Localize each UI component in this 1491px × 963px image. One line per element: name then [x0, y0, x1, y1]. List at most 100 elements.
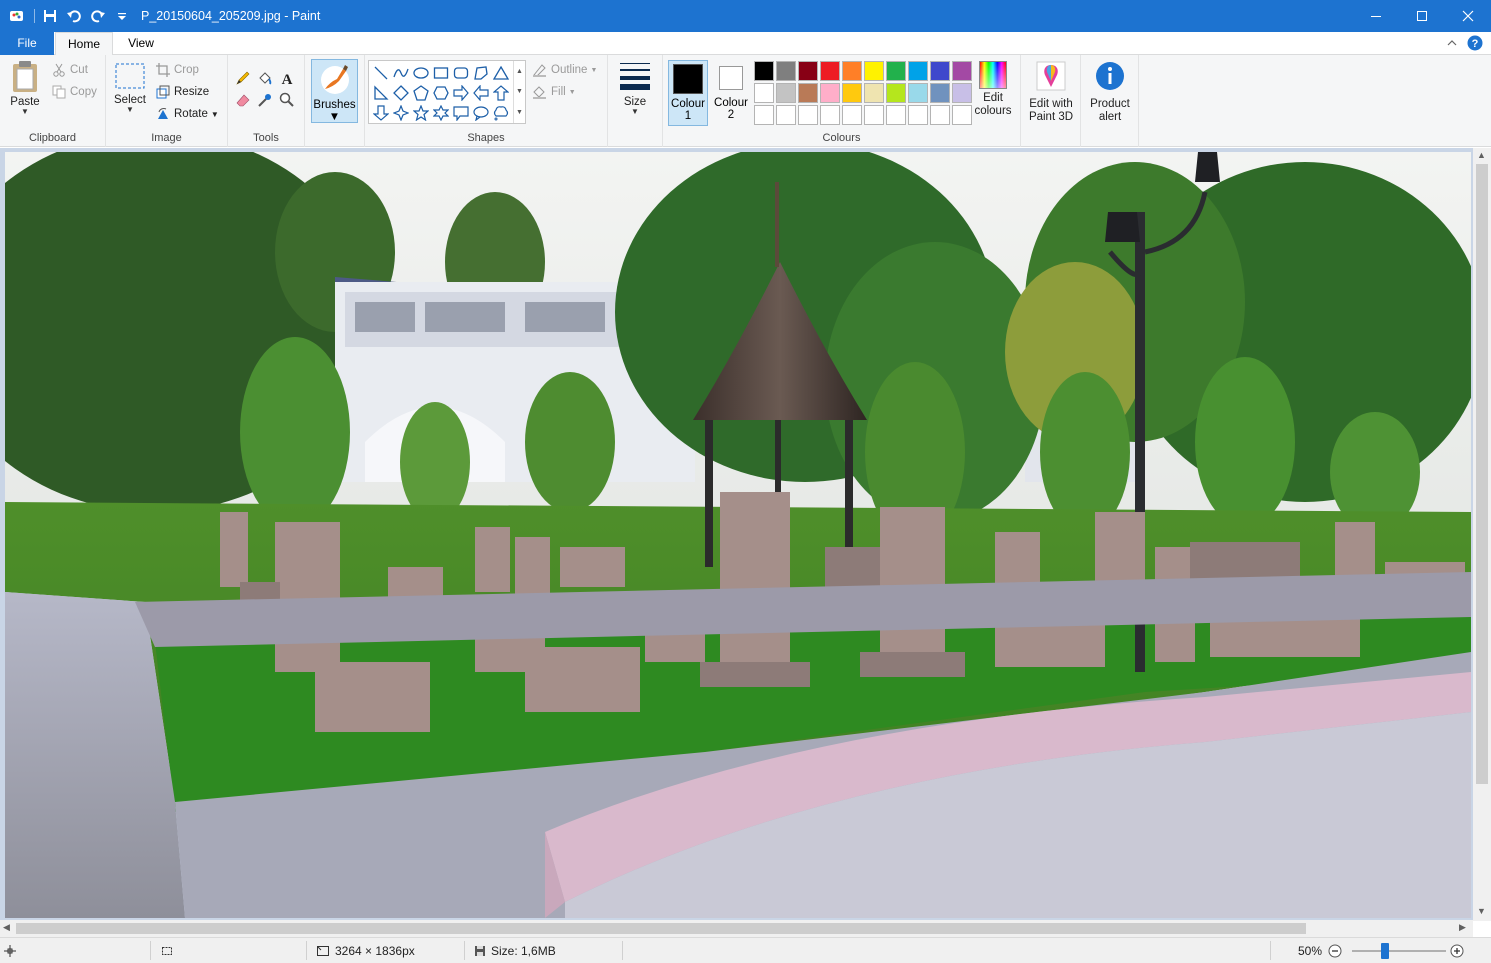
resize-button[interactable]: Resize [156, 83, 209, 101]
scroll-up-icon[interactable]: ▲ [1477, 150, 1486, 160]
palette-swatch[interactable] [798, 83, 818, 103]
palette-swatch[interactable] [820, 83, 840, 103]
palette-swatch[interactable] [952, 83, 972, 103]
shapes-scroll[interactable]: ▲ ▼ ▼ [513, 61, 525, 123]
rounded-rectangle-shape-icon[interactable] [451, 63, 471, 83]
close-button[interactable] [1445, 0, 1491, 32]
triangle-shape-icon[interactable] [491, 63, 511, 83]
rotate-button[interactable]: Rotate ▼ [156, 105, 219, 123]
maximize-button[interactable] [1399, 0, 1445, 32]
magnifier-icon[interactable] [276, 89, 298, 111]
palette-swatch[interactable] [908, 83, 928, 103]
redo-icon[interactable] [87, 5, 109, 27]
horizontal-scroll-thumb[interactable] [16, 923, 1306, 934]
palette-swatch[interactable] [776, 83, 796, 103]
five-point-star-shape-icon[interactable] [411, 103, 431, 123]
colour2-button[interactable]: Colour 2 [711, 60, 751, 126]
palette-swatch[interactable] [930, 61, 950, 81]
pentagon-shape-icon[interactable] [411, 83, 431, 103]
customize-qat-icon[interactable] [111, 5, 133, 27]
oval-shape-icon[interactable] [411, 63, 431, 83]
eraser-icon[interactable] [232, 89, 254, 111]
palette-swatch[interactable] [864, 61, 884, 81]
right-triangle-shape-icon[interactable] [371, 83, 391, 103]
zoom-slider[interactable] [1352, 938, 1446, 963]
text-icon[interactable]: A [276, 67, 298, 89]
minimize-button[interactable] [1353, 0, 1399, 32]
save-icon[interactable] [39, 5, 61, 27]
zoom-slider-thumb[interactable] [1381, 943, 1389, 959]
scroll-left-icon[interactable]: ◀ [3, 922, 10, 933]
colour1-button[interactable]: Colour 1 [668, 60, 708, 126]
cut-button[interactable]: Cut [52, 61, 88, 79]
palette-swatch[interactable] [754, 83, 774, 103]
select-button[interactable]: Select ▼ [110, 61, 150, 114]
palette-swatch[interactable] [908, 105, 928, 125]
rect-callout-shape-icon[interactable] [451, 103, 471, 123]
palette-swatch[interactable] [864, 83, 884, 103]
palette-swatch[interactable] [776, 105, 796, 125]
palette-swatch[interactable] [908, 61, 928, 81]
right-arrow-shape-icon[interactable] [451, 83, 471, 103]
copy-button[interactable]: Copy [52, 83, 97, 101]
image-canvas[interactable] [5, 152, 1471, 918]
shapes-scroll-up-icon[interactable]: ▲ [516, 68, 523, 75]
palette-swatch[interactable] [754, 105, 774, 125]
palette-swatch[interactable] [952, 105, 972, 125]
undo-icon[interactable] [63, 5, 85, 27]
oval-callout-shape-icon[interactable] [471, 103, 491, 123]
help-icon[interactable]: ? [1467, 35, 1483, 51]
diamond-shape-icon[interactable] [391, 83, 411, 103]
palette-swatch[interactable] [886, 83, 906, 103]
left-arrow-shape-icon[interactable] [471, 83, 491, 103]
palette-swatch[interactable] [886, 105, 906, 125]
palette-swatch[interactable] [820, 61, 840, 81]
palette-swatch[interactable] [886, 61, 906, 81]
tab-file[interactable]: File [0, 32, 54, 55]
paint-app-icon[interactable] [6, 5, 28, 27]
zoom-out-button[interactable] [1328, 938, 1342, 963]
palette-swatch[interactable] [842, 105, 862, 125]
cloud-callout-shape-icon[interactable] [491, 103, 511, 123]
scroll-down-icon[interactable]: ▼ [1477, 906, 1486, 916]
scroll-right-icon[interactable]: ▶ [1459, 922, 1466, 933]
collapse-ribbon-icon[interactable] [1447, 39, 1457, 47]
palette-swatch[interactable] [754, 61, 774, 81]
shapes-scroll-down-icon[interactable]: ▼ [516, 88, 523, 95]
tab-view[interactable]: View [116, 32, 166, 55]
palette-swatch[interactable] [842, 83, 862, 103]
polygon-shape-icon[interactable] [471, 63, 491, 83]
horizontal-scrollbar[interactable]: ◀ ▶ [0, 920, 1473, 937]
palette-swatch[interactable] [798, 61, 818, 81]
six-point-star-shape-icon[interactable] [431, 103, 451, 123]
palette-swatch[interactable] [864, 105, 884, 125]
line-shape-icon[interactable] [371, 63, 391, 83]
vertical-scrollbar[interactable]: ▲ ▼ [1473, 148, 1491, 921]
edit-with-paint3d-button[interactable]: Edit with Paint 3D [1025, 61, 1077, 124]
four-point-star-shape-icon[interactable] [391, 103, 411, 123]
product-alert-button[interactable]: Product alert [1085, 61, 1135, 124]
crop-button[interactable]: Crop [156, 61, 199, 79]
pencil-icon[interactable] [232, 67, 254, 89]
canvas-workspace[interactable] [0, 148, 1491, 921]
palette-swatch[interactable] [842, 61, 862, 81]
brushes-button[interactable]: Brushes ▼ [311, 59, 358, 123]
palette-swatch[interactable] [820, 105, 840, 125]
up-arrow-shape-icon[interactable] [491, 83, 511, 103]
palette-swatch[interactable] [952, 61, 972, 81]
curve-shape-icon[interactable] [391, 63, 411, 83]
color-picker-icon[interactable] [254, 89, 276, 111]
size-button[interactable]: Size ▼ [616, 61, 654, 116]
zoom-in-button[interactable] [1450, 938, 1464, 963]
down-arrow-shape-icon[interactable] [371, 103, 391, 123]
shapes-more-icon[interactable]: ▼ [516, 109, 523, 116]
paste-button[interactable]: Paste ▼ [4, 59, 46, 116]
tab-home[interactable]: Home [55, 32, 113, 56]
fill-button[interactable]: Fill ▼ [532, 83, 576, 101]
palette-swatch[interactable] [798, 105, 818, 125]
fill-bucket-icon[interactable] [254, 67, 276, 89]
rectangle-shape-icon[interactable] [431, 63, 451, 83]
hexagon-shape-icon[interactable] [431, 83, 451, 103]
palette-swatch[interactable] [776, 61, 796, 81]
edit-colours-button[interactable]: Edit colours [972, 61, 1014, 118]
